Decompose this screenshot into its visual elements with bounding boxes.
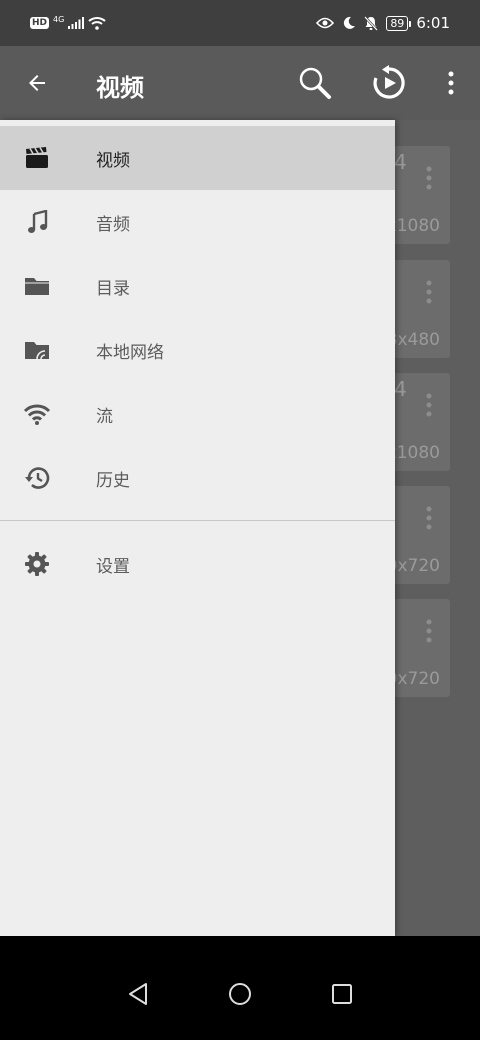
- more-vert-icon: [448, 71, 454, 95]
- arrow-back-icon: [29, 75, 45, 91]
- triangle-back-icon: [129, 983, 147, 1005]
- history-icon: [22, 464, 52, 492]
- more-vert-icon[interactable]: [426, 393, 432, 417]
- drawer-item-audio[interactable]: 音频: [0, 190, 395, 254]
- nav-home-button[interactable]: [210, 964, 270, 1024]
- gear-icon: [22, 550, 52, 578]
- search-button[interactable]: [292, 60, 338, 106]
- signal-icon: [68, 17, 85, 29]
- more-vert-icon[interactable]: [426, 280, 432, 304]
- hd-badge: HD: [30, 17, 50, 29]
- square-recents-icon: [332, 984, 352, 1004]
- replay-icon: [373, 65, 405, 99]
- drawer-item-label: 本地网络: [96, 342, 164, 363]
- drawer-item-video[interactable]: 视频: [0, 126, 395, 190]
- music-note-icon: [22, 208, 52, 236]
- drawer-item-settings[interactable]: 设置: [0, 532, 395, 596]
- video-card-title: 4: [394, 377, 407, 401]
- drawer-item-history[interactable]: 历史: [0, 446, 395, 510]
- drawer-item-local-network[interactable]: 本地网络: [0, 318, 395, 382]
- drawer-item-label: 流: [96, 406, 113, 427]
- more-vert-icon[interactable]: [426, 166, 432, 190]
- wifi-icon: [88, 17, 106, 30]
- more-options-button[interactable]: [428, 60, 474, 106]
- page-title: 视频: [96, 74, 144, 102]
- network-type: 4G: [53, 15, 65, 24]
- system-nav-bar: [0, 936, 480, 1040]
- video-card-title: 4: [394, 150, 407, 174]
- drawer-item-label: 音频: [96, 214, 130, 235]
- search-icon: [299, 67, 331, 99]
- status-left: HD 4G: [30, 16, 106, 30]
- more-vert-icon[interactable]: [426, 506, 432, 530]
- eye-icon: [316, 17, 335, 29]
- network-folder-icon: [22, 336, 52, 364]
- drawer-item-label: 历史: [96, 470, 130, 491]
- moon-icon: [344, 16, 356, 29]
- folder-icon: [22, 272, 52, 300]
- wifi-stream-icon: [22, 400, 52, 428]
- app-bar: 视频: [0, 46, 480, 120]
- nav-back-button[interactable]: [108, 964, 168, 1024]
- navigation-drawer: 视频 音频 目录 本地网络 流 历史 设置: [0, 120, 395, 936]
- status-bar: HD 4G 89 6:01: [0, 0, 480, 46]
- drawer-item-stream[interactable]: 流: [0, 382, 395, 446]
- circle-home-icon: [229, 983, 251, 1005]
- drawer-item-label: 设置: [96, 556, 130, 577]
- resume-playback-button[interactable]: [366, 60, 412, 106]
- status-right: 89 6:01: [316, 14, 450, 32]
- clock: 6:01: [416, 14, 450, 32]
- clapperboard-icon: [22, 144, 52, 172]
- back-button[interactable]: [14, 60, 60, 106]
- nav-recents-button[interactable]: [312, 964, 372, 1024]
- battery-indicator: 89: [386, 15, 412, 31]
- drawer-item-label: 目录: [96, 278, 130, 299]
- drawer-item-directories[interactable]: 目录: [0, 254, 395, 318]
- bell-off-icon: [364, 15, 379, 31]
- drawer-divider: [0, 520, 395, 521]
- more-vert-icon[interactable]: [426, 619, 432, 643]
- drawer-item-label: 视频: [96, 150, 130, 171]
